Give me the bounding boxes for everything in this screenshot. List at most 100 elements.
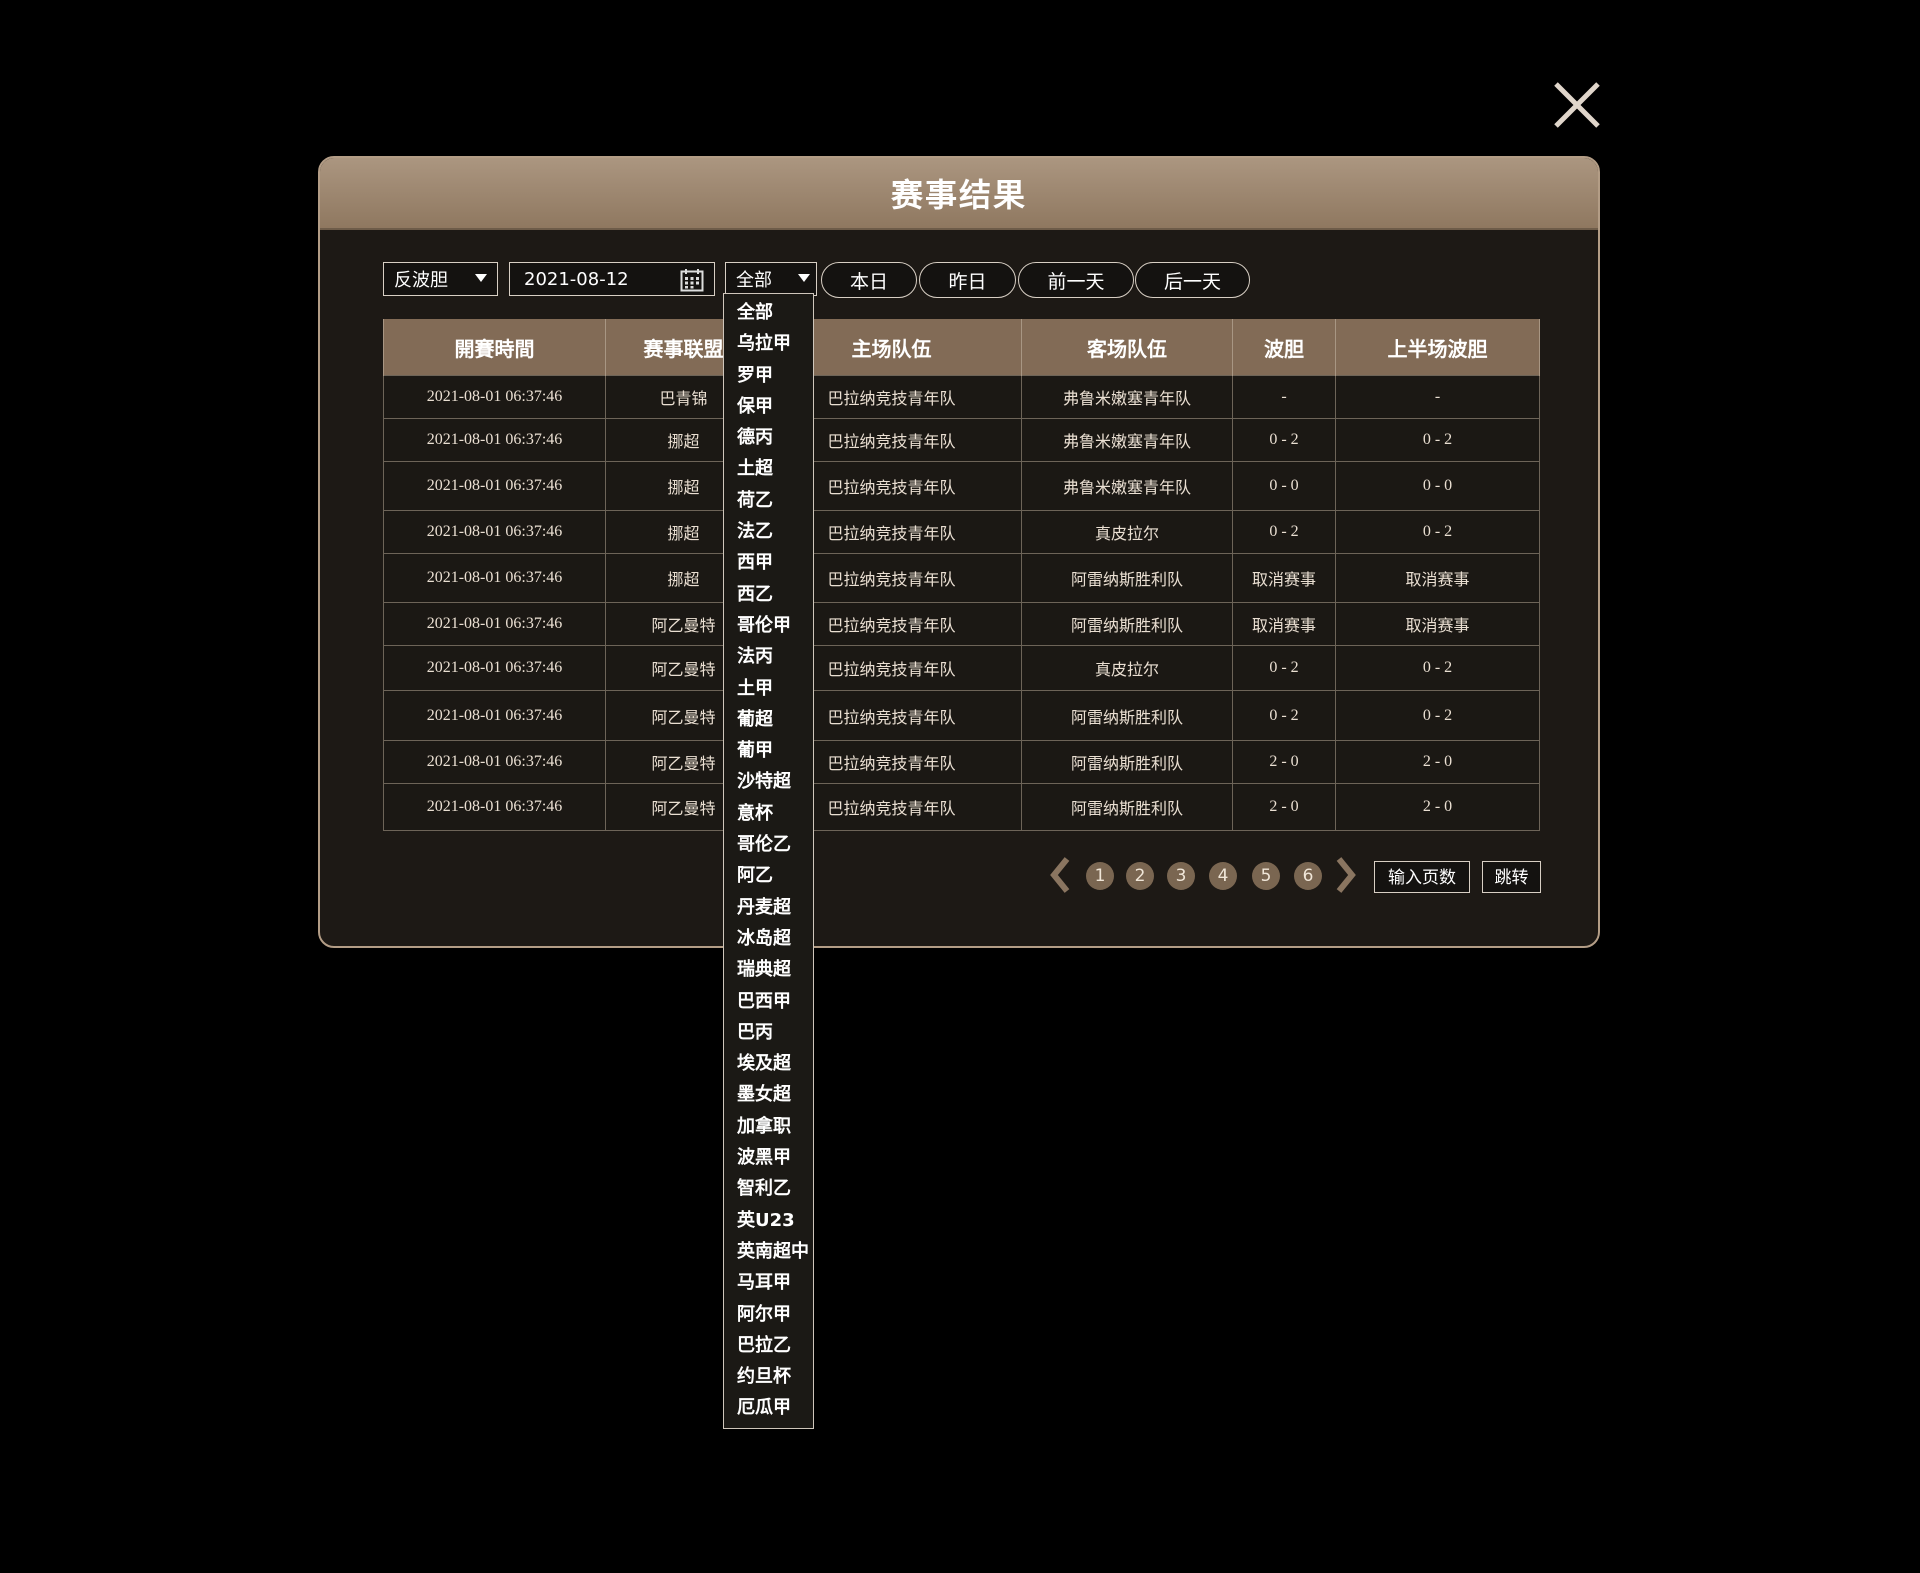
dropdown-option[interactable]: 沙特超	[724, 766, 813, 797]
cell-start-time: 2021-08-01 06:37:46	[383, 690, 606, 741]
date-value: 2021-08-12	[524, 268, 629, 290]
dropdown-option[interactable]: 约旦杯	[724, 1361, 813, 1392]
dropdown-option[interactable]: 英南超中	[724, 1236, 813, 1267]
dropdown-option[interactable]: 波黑甲	[724, 1142, 813, 1173]
page-1-button[interactable]: 1	[1086, 862, 1114, 890]
league-select[interactable]: 全部	[725, 262, 817, 296]
col-header-away-team: 客场队伍	[1021, 319, 1233, 376]
modal-header: 赛事结果	[320, 158, 1598, 230]
cell-score: 取消赛事	[1232, 553, 1336, 603]
dropdown-option[interactable]: 丹麦超	[724, 892, 813, 923]
page-2-button[interactable]: 2	[1126, 862, 1154, 890]
page-number-input[interactable]: 输入页数	[1374, 861, 1470, 893]
calendar-icon[interactable]	[680, 268, 704, 292]
dropdown-option[interactable]: 土超	[724, 453, 813, 484]
page-4-button[interactable]: 4	[1209, 862, 1237, 890]
cell-score: 2 - 0	[1232, 783, 1336, 831]
dropdown-option[interactable]: 西乙	[724, 579, 813, 610]
dropdown-option[interactable]: 巴拉乙	[724, 1330, 813, 1361]
dropdown-option[interactable]: 意杯	[724, 798, 813, 829]
dropdown-option[interactable]: 法丙	[724, 641, 813, 672]
dropdown-option[interactable]: 马耳甲	[724, 1267, 813, 1298]
dropdown-option[interactable]: 德丙	[724, 422, 813, 453]
table-row: 2021-08-01 06:37:46 挪超 巴拉纳竞技青年队 弗鲁米嫩塞青年队 0 -…	[383, 461, 1540, 511]
dropdown-option[interactable]: 阿乙	[724, 860, 813, 891]
cell-half-score: 0 - 2	[1335, 645, 1540, 691]
cell-score: 2 - 0	[1232, 740, 1336, 784]
cell-away-team: 阿雷纳斯胜利队	[1021, 553, 1233, 603]
col-header-half-score: 上半场波胆	[1335, 319, 1540, 376]
cell-score: 取消赛事	[1232, 602, 1336, 646]
cell-start-time: 2021-08-01 06:37:46	[383, 783, 606, 831]
table-row: 2021-08-01 06:37:46 阿乙曼特 巴拉纳竞技青年队 阿雷纳斯胜利队 取消…	[383, 602, 1540, 646]
league-dropdown-list: 全部 乌拉甲 罗甲 保甲 德丙 土超 荷乙 法乙 西甲 西乙 哥伦甲 法丙 土甲 葡超 葡甲 沙特超 意杯 哥伦乙…	[723, 293, 814, 1429]
table-row: 2021-08-01 06:37:46 挪超 巴拉纳竞技青年队 真皮拉尔 0 - 20 …	[383, 510, 1540, 554]
dropdown-option[interactable]: 英U23	[724, 1205, 813, 1236]
next-day-button[interactable]: 后一天	[1135, 262, 1250, 298]
table-row: 2021-08-01 06:37:46 阿乙曼特 巴拉纳竞技青年队 真皮拉尔 0 - 2…	[383, 645, 1540, 691]
date-input[interactable]: 2021-08-12	[509, 262, 715, 296]
dropdown-option[interactable]: 荷乙	[724, 485, 813, 516]
table-row: 2021-08-01 06:37:46 阿乙曼特 巴拉纳竞技青年队 阿雷纳斯胜利队 0 …	[383, 690, 1540, 741]
cell-start-time: 2021-08-01 06:37:46	[383, 645, 606, 691]
table-row: 2021-08-01 06:37:46 阿乙曼特 巴拉纳竞技青年队 阿雷纳斯胜利队 2 …	[383, 783, 1540, 831]
dropdown-option[interactable]: 保甲	[724, 391, 813, 422]
cell-score: 0 - 2	[1232, 510, 1336, 554]
col-header-start-time: 開賽時間	[383, 319, 606, 376]
dropdown-option[interactable]: 乌拉甲	[724, 328, 813, 359]
dropdown-option[interactable]: 葡超	[724, 704, 813, 735]
cell-away-team: 弗鲁米嫩塞青年队	[1021, 461, 1233, 511]
dropdown-option[interactable]: 西甲	[724, 547, 813, 578]
cell-away-team: 弗鲁米嫩塞青年队	[1021, 418, 1233, 462]
jump-button[interactable]: 跳转	[1482, 861, 1541, 893]
caret-down-icon	[798, 274, 810, 282]
dropdown-option[interactable]: 冰岛超	[724, 923, 813, 954]
cell-half-score: 取消赛事	[1335, 602, 1540, 646]
cell-away-team: 阿雷纳斯胜利队	[1021, 740, 1233, 784]
previous-day-button[interactable]: 前一天	[1018, 262, 1134, 298]
chevron-right-icon[interactable]	[1331, 855, 1361, 895]
page-6-button[interactable]: 6	[1294, 862, 1322, 890]
league-value: 全部	[736, 270, 772, 291]
cell-away-team: 弗鲁米嫩塞青年队	[1021, 375, 1233, 419]
modal-title: 赛事结果	[890, 176, 1027, 214]
bet-type-value: 反波胆	[394, 270, 448, 291]
close-button[interactable]	[1552, 80, 1602, 130]
cell-score: 0 - 2	[1232, 645, 1336, 691]
dropdown-option[interactable]: 瑞典超	[724, 954, 813, 985]
bet-type-select[interactable]: 反波胆	[383, 262, 498, 296]
dropdown-option[interactable]: 法乙	[724, 516, 813, 547]
today-button[interactable]: 本日	[821, 262, 917, 298]
dropdown-option[interactable]: 罗甲	[724, 360, 813, 391]
cell-away-team: 真皮拉尔	[1021, 510, 1233, 554]
cell-start-time: 2021-08-01 06:37:46	[383, 602, 606, 646]
results-modal: 赛事结果 反波胆 2021-08-12 全部 本日 昨日 前一天 后一天 開賽時…	[318, 156, 1600, 948]
cell-away-team: 阿雷纳斯胜利队	[1021, 783, 1233, 831]
dropdown-option[interactable]: 巴丙	[724, 1017, 813, 1048]
pagination: 123456 输入页数 跳转	[320, 855, 1598, 895]
page-3-button[interactable]: 3	[1167, 862, 1195, 890]
dropdown-option[interactable]: 哥伦甲	[724, 610, 813, 641]
dropdown-option[interactable]: 全部	[724, 297, 813, 328]
dropdown-option[interactable]: 智利乙	[724, 1173, 813, 1204]
cell-start-time: 2021-08-01 06:37:46	[383, 510, 606, 554]
dropdown-option[interactable]: 土甲	[724, 673, 813, 704]
dropdown-option[interactable]: 阿尔甲	[724, 1299, 813, 1330]
dropdown-option[interactable]: 葡甲	[724, 735, 813, 766]
dropdown-option[interactable]: 巴西甲	[724, 986, 813, 1017]
dropdown-option[interactable]: 墨女超	[724, 1079, 813, 1110]
yesterday-button[interactable]: 昨日	[919, 262, 1016, 298]
caret-down-icon	[475, 274, 487, 282]
page-5-button[interactable]: 5	[1252, 862, 1280, 890]
cell-half-score: -	[1335, 375, 1540, 419]
dropdown-option[interactable]: 厄瓜甲	[724, 1392, 813, 1423]
dropdown-option[interactable]: 加拿职	[724, 1111, 813, 1142]
dropdown-option[interactable]: 埃及超	[724, 1048, 813, 1079]
results-table: 開賽時間 赛事联盟 主场队伍 客场队伍 波胆 上半场波胆 2021-08-01 …	[383, 319, 1540, 831]
cell-half-score: 0 - 0	[1335, 461, 1540, 511]
chevron-left-icon[interactable]	[1045, 855, 1075, 895]
cell-start-time: 2021-08-01 06:37:46	[383, 418, 606, 462]
dropdown-option[interactable]: 哥伦乙	[724, 829, 813, 860]
cell-away-team: 阿雷纳斯胜利队	[1021, 690, 1233, 741]
cell-start-time: 2021-08-01 06:37:46	[383, 740, 606, 784]
